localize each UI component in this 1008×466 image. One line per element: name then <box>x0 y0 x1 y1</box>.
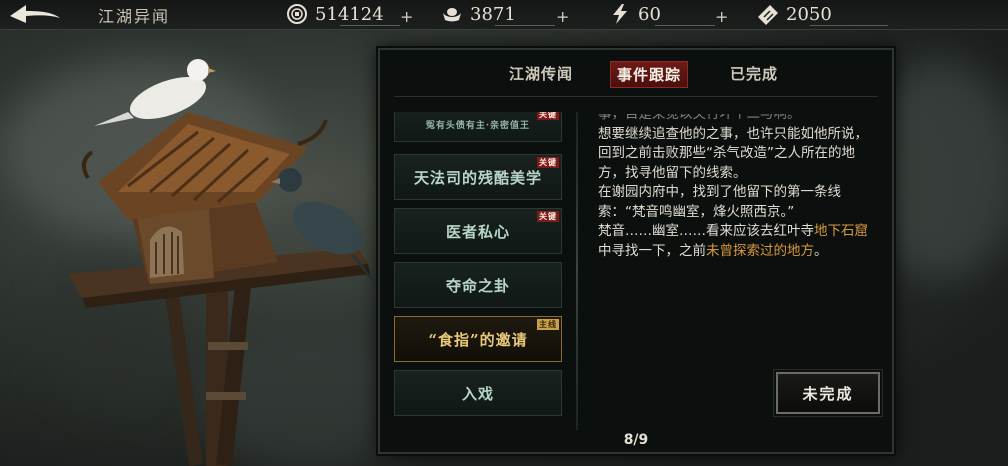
silver-counter: 3871 <box>440 2 516 26</box>
tab-event-tracking[interactable]: 事件跟踪 <box>610 61 689 88</box>
coin-counter: 514124 <box>285 2 384 26</box>
unexplored-highlight: 未曾探索过的地方 <box>706 242 814 259</box>
coin-value: 514124 <box>315 3 384 25</box>
event-item[interactable]: 入戏 <box>394 370 562 416</box>
pigeon-house-illustration <box>68 59 378 466</box>
add-silver-button[interactable]: + <box>556 4 569 28</box>
add-coin-button[interactable]: + <box>400 4 413 28</box>
event-item-selected[interactable]: “食指”的邀请 主线 <box>394 316 562 362</box>
divider <box>576 112 578 430</box>
back-button[interactable] <box>6 2 64 28</box>
key-badge: 关键 <box>537 211 559 222</box>
top-bar: 江湖异闻 514124 + 3871 + 60 + 2050 <box>0 0 1008 30</box>
divider <box>495 25 555 26</box>
ticket-value: 2050 <box>786 3 832 25</box>
page-indicator: 8/9 <box>623 432 649 448</box>
silver-value: 3871 <box>470 3 516 25</box>
event-list[interactable]: 冤有头债有主·亲密值王 关键 天法司的残酷美学 关键 医者私心 关键 夺命之卦 … <box>394 112 564 432</box>
main-quest-badge: 主线 <box>537 319 559 330</box>
tab-completed[interactable]: 已完成 <box>730 63 778 84</box>
description-paragraph: 想要继续追查他的之事，也许只能如他所说，回到之前击败那些“杀气改造”之人所在的地… <box>598 125 868 181</box>
divider <box>810 25 888 26</box>
event-item[interactable]: 夺命之卦 <box>394 262 562 308</box>
event-label: 医者私心 <box>445 222 510 241</box>
energy-counter: 60 <box>608 2 661 26</box>
description-paragraph: 在谢园内府中，找到了他留下的第一条线索：“梵音鸣幽室，烽火照西京。” <box>598 184 841 220</box>
back-arrow-icon <box>10 5 60 23</box>
incomplete-status-button[interactable]: 未完成 <box>773 369 883 417</box>
tab-rumors[interactable]: 江湖传闻 <box>509 63 573 84</box>
coin-icon <box>285 2 309 26</box>
ticket-counter: 2050 <box>756 2 832 26</box>
event-item[interactable]: 医者私心 关键 <box>394 208 562 254</box>
silver-ingot-icon <box>440 2 464 26</box>
key-badge: 关键 <box>537 112 559 120</box>
event-label: 入戏 <box>461 384 494 403</box>
divider <box>655 25 715 26</box>
key-badge: 关键 <box>537 157 559 168</box>
screen-title: 江湖异闻 <box>98 7 171 26</box>
event-panel: 江湖传闻 事件跟踪 已完成 冤有头债有主·亲密值王 关键 天法司的残酷美学 关键… <box>378 48 894 454</box>
lightning-icon <box>608 2 632 26</box>
event-label: 冤有头债有主·亲密值王 <box>425 120 531 131</box>
event-item[interactable]: 冤有头债有主·亲密值王 关键 <box>394 112 562 142</box>
event-item[interactable]: 天法司的残酷美学 关键 <box>394 154 562 200</box>
description-line: 事，目是采觉以关行坏个二与啊。 <box>598 114 801 122</box>
event-label: 夺命之卦 <box>445 276 510 295</box>
energy-value: 60 <box>638 3 661 25</box>
location-highlight: 地下石窟 <box>814 223 868 239</box>
divider <box>340 25 400 26</box>
event-label: “食指”的邀请 <box>428 330 528 349</box>
add-energy-button[interactable]: + <box>715 4 728 28</box>
description-paragraph: 梵音……幽室……看来应该去红叶寺地下石窟中寻找一下，之前未曾探索过的地方。 <box>598 223 868 259</box>
event-label: 天法司的残酷美学 <box>413 168 542 187</box>
ticket-icon <box>756 2 780 26</box>
tab-bar: 江湖传闻 事件跟踪 已完成 <box>380 50 892 98</box>
event-description[interactable]: 事，目是采觉以关行坏个二与啊。 想要继续追查他的之事，也许只能如他所说，回到之前… <box>598 114 874 354</box>
divider <box>394 96 878 97</box>
